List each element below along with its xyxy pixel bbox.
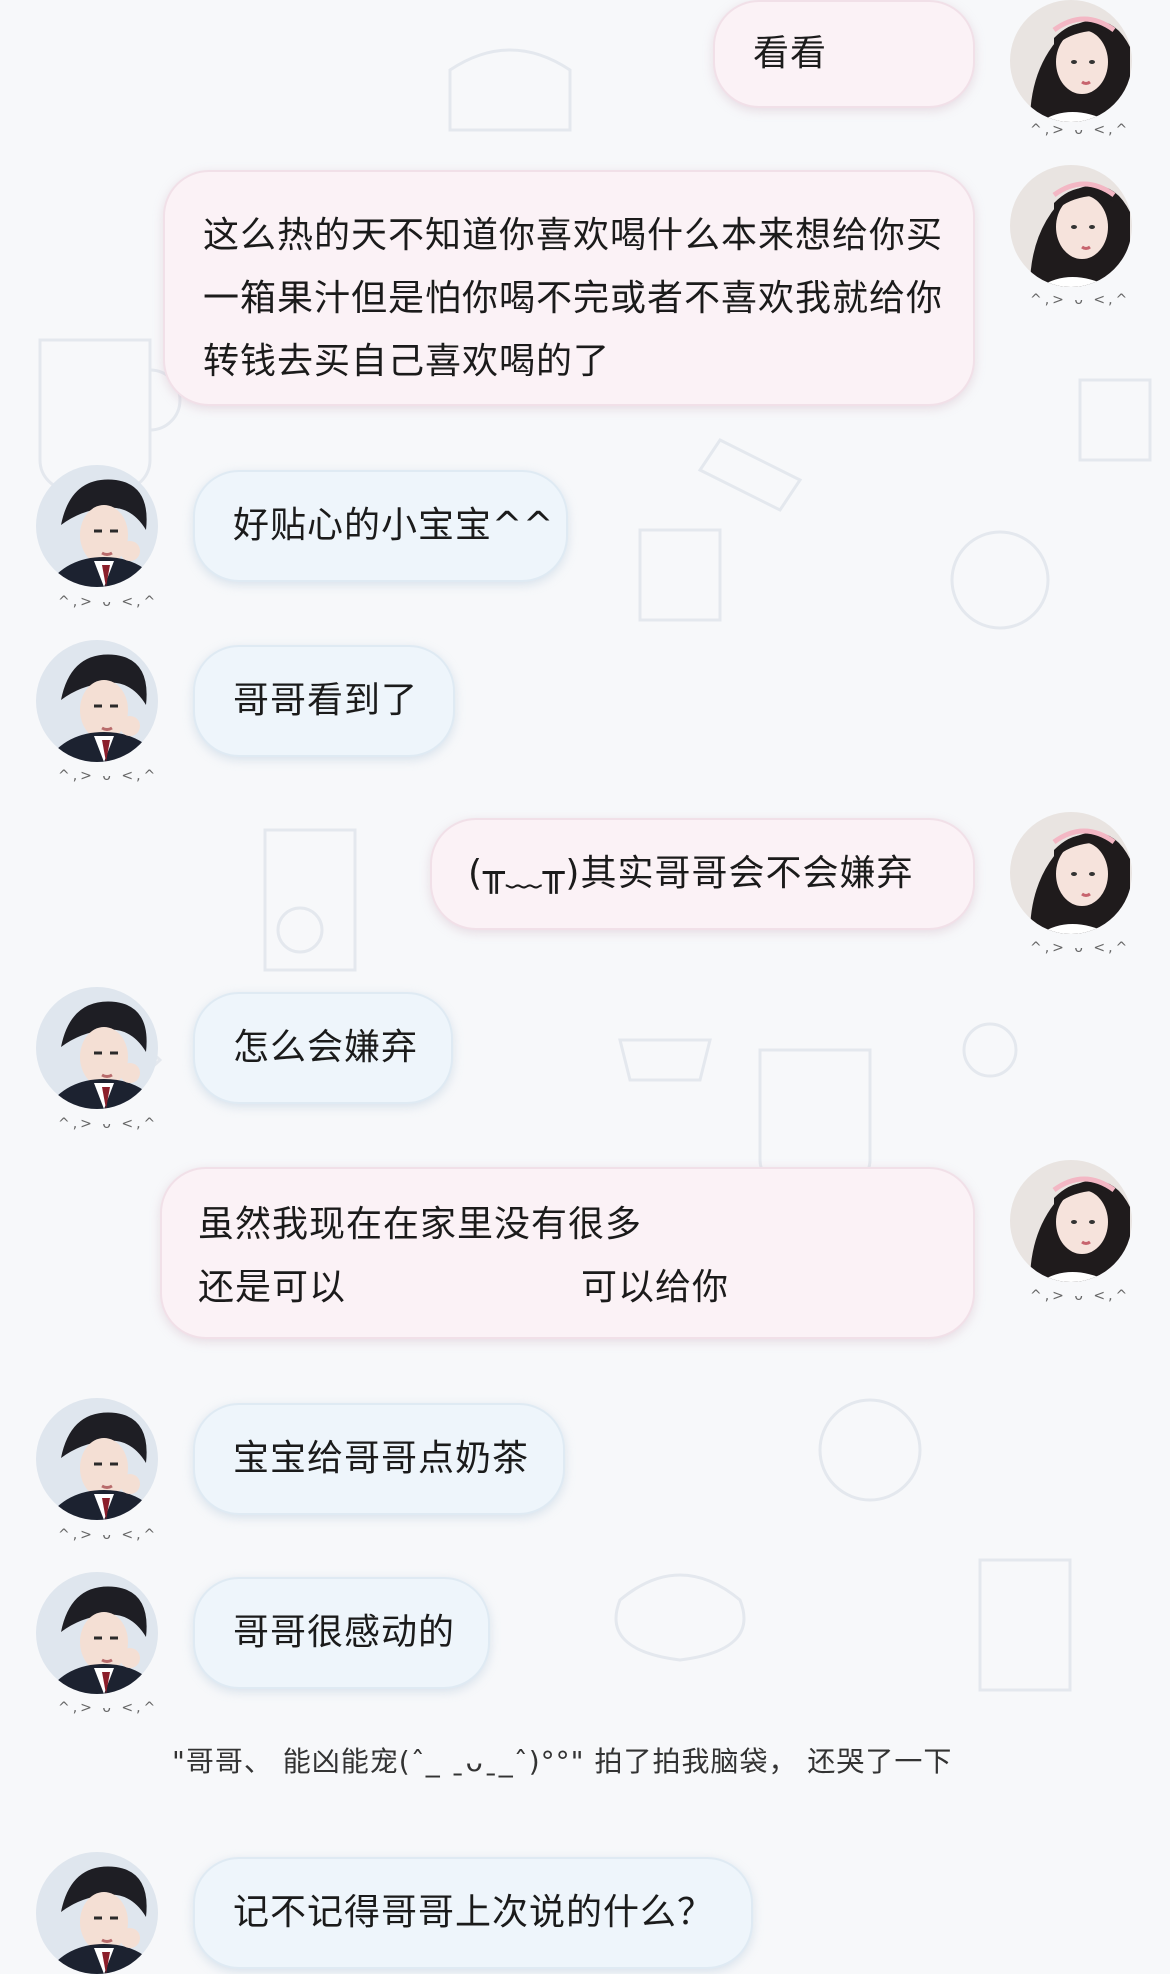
boy-avatar-icon [36, 1852, 158, 1974]
message-bubble-received[interactable]: 哥哥看到了 [193, 645, 455, 757]
avatar[interactable] [1010, 1160, 1132, 1282]
message-bubble-received[interactable]: 好贴心的小宝宝^^ [193, 470, 568, 582]
message-bubble-sent[interactable]: (╥﹏╥)其实哥哥会不会嫌弃 [430, 818, 975, 930]
girl-avatar-icon [1010, 812, 1132, 934]
message-line: 还是可以 可以给你 [198, 1256, 937, 1319]
avatar-emote: ^,> ᴗ <,^ [58, 1527, 159, 1543]
boy-avatar-icon [36, 465, 158, 587]
avatar[interactable] [36, 1572, 158, 1694]
avatar[interactable] [1010, 812, 1132, 934]
avatar-emote: ^,> ᴗ <,^ [58, 768, 159, 784]
message-text: 宝宝给哥哥点奶茶 [233, 1438, 530, 1479]
message-text: 好贴心的小宝宝^^ [233, 505, 555, 546]
message-bubble-received[interactable]: 记不记得哥哥上次说的什么？ [193, 1857, 753, 1969]
message-bubble-sent[interactable]: 这么热的天不知道你喜欢喝什么本来想给你买 一箱果汁但是怕你喝不完或者不喜欢我就给… [163, 170, 975, 406]
message-text: 看看 [753, 33, 828, 74]
girl-avatar-icon [1010, 0, 1132, 122]
message-bubble-sent[interactable]: 看看 [713, 0, 975, 108]
avatar[interactable] [1010, 0, 1132, 122]
message-text: (╥﹏╥)其实哥哥会不会嫌弃 [468, 853, 914, 894]
message-bubble-received[interactable]: 宝宝给哥哥点奶茶 [193, 1403, 565, 1515]
message-line: 这么热的天不知道你喜欢喝什么本来想给你买 [203, 215, 944, 256]
avatar[interactable] [1010, 165, 1132, 287]
message-line: 一箱果汁但是怕你喝不完或者不喜欢我就给你 [203, 278, 944, 319]
message-text: 哥哥很感动的 [233, 1612, 456, 1653]
girl-avatar-icon [1010, 1160, 1132, 1282]
avatar-emote: ^,> ᴗ <,^ [1030, 940, 1131, 956]
avatar-emote: ^,> ᴗ <,^ [58, 594, 159, 610]
avatar[interactable] [36, 465, 158, 587]
avatar-emote: ^,> ᴗ <,^ [1030, 1288, 1131, 1304]
message-text: 哥哥看到了 [233, 680, 419, 721]
avatar[interactable] [36, 987, 158, 1109]
message-bubble-sent[interactable]: 虽然我现在在家里没有很多 还是可以 可以给你 [160, 1167, 975, 1339]
boy-avatar-icon [36, 987, 158, 1109]
message-line-part: 可以给你 [581, 1267, 730, 1308]
message-line: 转钱去买自己喜欢喝的了 [203, 341, 611, 382]
message-text: 记不记得哥哥上次说的什么？ [233, 1892, 715, 1933]
avatar[interactable] [36, 1852, 158, 1974]
boy-avatar-icon [36, 1398, 158, 1520]
avatar[interactable] [36, 1398, 158, 1520]
message-line-part: 还是可以 [198, 1267, 347, 1308]
avatar[interactable] [36, 640, 158, 762]
message-text: 怎么会嫌弃 [233, 1027, 419, 1068]
avatar-emote: ^,> ᴗ <,^ [58, 1116, 159, 1132]
message-bubble-received[interactable]: 怎么会嫌弃 [193, 992, 453, 1104]
boy-avatar-icon [36, 640, 158, 762]
message-line: 虽然我现在在家里没有很多 [198, 1204, 643, 1245]
avatar-emote: ^,> ᴗ <,^ [1030, 122, 1131, 138]
system-notice: "哥哥、 能凶能宠(ˆ_ ˍᴗˍ_ˆ)°°" 拍了拍我脑袋， 还哭了一下 [172, 1745, 953, 1778]
avatar-emote: ^,> ᴗ <,^ [58, 1700, 159, 1716]
message-bubble-received[interactable]: 哥哥很感动的 [193, 1577, 490, 1689]
girl-avatar-icon [1010, 165, 1132, 287]
avatar-emote: ^,> ᴗ <,^ [1030, 292, 1131, 308]
boy-avatar-icon [36, 1572, 158, 1694]
